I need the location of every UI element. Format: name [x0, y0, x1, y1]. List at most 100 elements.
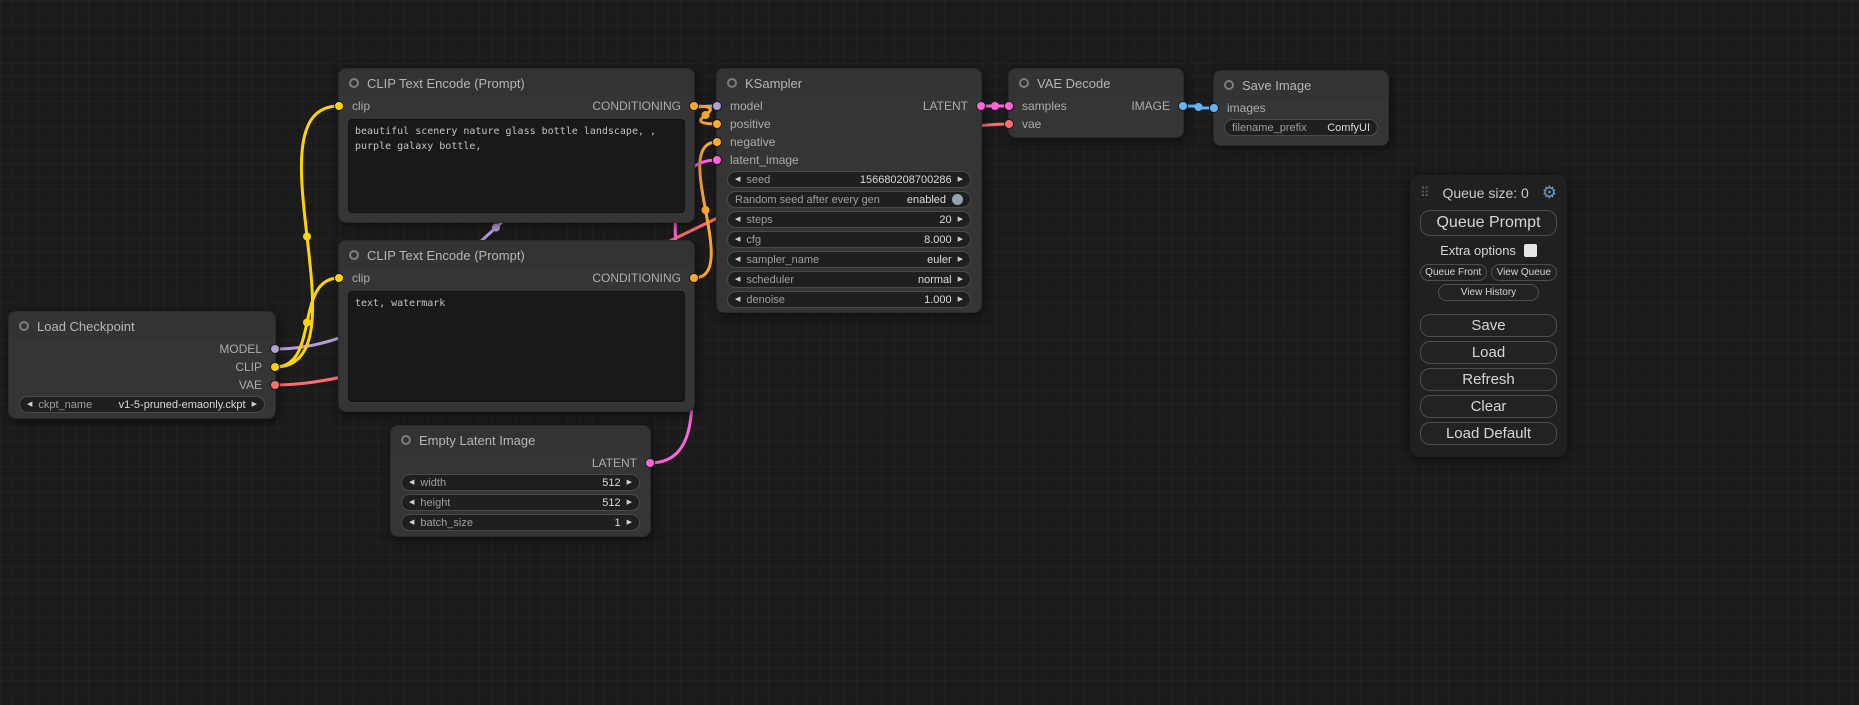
refresh-button[interactable]: Refresh	[1420, 368, 1557, 391]
widget-scheduler[interactable]: ◀ scheduler normal ▶	[727, 271, 971, 288]
negative-prompt-textarea[interactable]: text, watermark	[348, 291, 685, 402]
decrement-arrow-icon[interactable]: ◀	[735, 236, 740, 243]
collapse-dot-icon[interactable]	[19, 321, 29, 331]
increment-arrow-icon[interactable]: ▶	[958, 216, 963, 223]
widget-sampler-name[interactable]: ◀ sampler_name euler ▶	[727, 251, 971, 268]
drag-handle-icon[interactable]: ⠿	[1420, 185, 1430, 201]
node-title-bar[interactable]: VAE Decode	[1009, 69, 1183, 97]
increment-arrow-icon[interactable]: ▶	[958, 276, 963, 283]
input-slot-label: clip	[352, 271, 370, 285]
load-button[interactable]: Load	[1420, 341, 1557, 364]
node-vae-decode[interactable]: VAE Decode samples IMAGE vae	[1008, 68, 1184, 138]
widget-value: 512	[602, 497, 620, 509]
decrement-arrow-icon[interactable]: ◀	[27, 401, 32, 408]
latent-output-port[interactable]	[645, 458, 655, 468]
positive-prompt-textarea[interactable]: beautiful scenery nature glass bottle la…	[348, 119, 685, 213]
toggle-knob[interactable]	[952, 194, 963, 205]
node-title-bar[interactable]: Save Image	[1214, 71, 1388, 99]
view-queue-button[interactable]: View Queue	[1491, 264, 1558, 281]
view-history-button[interactable]: View History	[1438, 284, 1539, 301]
increment-arrow-icon[interactable]: ▶	[958, 236, 963, 243]
collapse-dot-icon[interactable]	[1224, 80, 1234, 90]
decrement-arrow-icon[interactable]: ◀	[409, 479, 414, 486]
output-slot-row: LATENT	[391, 454, 650, 472]
node-empty-latent-image[interactable]: Empty Latent Image LATENT ◀ width 512 ▶ …	[390, 425, 651, 537]
link-clip[interactable]	[275, 106, 339, 367]
widget-label: scheduler	[746, 274, 794, 286]
decrement-arrow-icon[interactable]: ◀	[735, 216, 740, 223]
vae-output-port[interactable]	[270, 380, 280, 390]
collapse-dot-icon[interactable]	[1019, 78, 1029, 88]
widget-random-seed-toggle[interactable]: Random seed after every gen enabled	[727, 191, 971, 208]
increment-arrow-icon[interactable]: ▶	[627, 519, 632, 526]
increment-arrow-icon[interactable]: ▶	[627, 499, 632, 506]
extra-options-checkbox[interactable]	[1524, 244, 1537, 257]
node-clip-text-encode-positive[interactable]: CLIP Text Encode (Prompt) clip CONDITION…	[338, 68, 695, 223]
clear-button[interactable]: Clear	[1420, 395, 1557, 418]
node-title-bar[interactable]: CLIP Text Encode (Prompt)	[339, 241, 694, 269]
samples-input-port[interactable]	[1004, 101, 1014, 111]
load-default-button[interactable]: Load Default	[1420, 422, 1557, 445]
latent-image-input-port[interactable]	[712, 155, 722, 165]
collapse-dot-icon[interactable]	[401, 435, 411, 445]
node-title-bar[interactable]: Empty Latent Image	[391, 426, 650, 454]
link-clip[interactable]	[275, 278, 339, 367]
node-ksampler[interactable]: KSampler model LATENT positive negative …	[716, 68, 982, 313]
widget-value: 20	[939, 214, 951, 226]
widget-steps[interactable]: ◀ steps 20 ▶	[727, 211, 971, 228]
save-button[interactable]: Save	[1420, 314, 1557, 337]
model-input-port[interactable]	[712, 101, 722, 111]
increment-arrow-icon[interactable]: ▶	[958, 256, 963, 263]
model-output-port[interactable]	[270, 344, 280, 354]
settings-gear-icon[interactable]: ⚙	[1542, 183, 1557, 203]
decrement-arrow-icon[interactable]: ◀	[409, 499, 414, 506]
increment-arrow-icon[interactable]: ▶	[252, 401, 257, 408]
image-output-port[interactable]	[1178, 101, 1188, 111]
widget-ckpt-name[interactable]: ◀ ckpt_name v1-5-pruned-emaonly.ckpt ▶	[19, 396, 265, 413]
node-title-bar[interactable]: KSampler	[717, 69, 981, 97]
node-graph-canvas[interactable]: Load Checkpoint MODEL CLIP VAE ◀ ckpt_na…	[0, 0, 1859, 705]
slot-row: latent_image	[717, 151, 981, 169]
clip-input-port[interactable]	[334, 273, 344, 283]
input-slot-label: model	[730, 99, 763, 113]
positive-input-port[interactable]	[712, 119, 722, 129]
increment-arrow-icon[interactable]: ▶	[958, 296, 963, 303]
extra-options-row: Extra options	[1420, 243, 1557, 258]
node-title-bar[interactable]: CLIP Text Encode (Prompt)	[339, 69, 694, 97]
queue-front-button[interactable]: Queue Front	[1420, 264, 1487, 281]
decrement-arrow-icon[interactable]: ◀	[735, 296, 740, 303]
widget-denoise[interactable]: ◀ denoise 1.000 ▶	[727, 291, 971, 308]
collapse-dot-icon[interactable]	[727, 78, 737, 88]
widget-batch-size[interactable]: ◀ batch_size 1 ▶	[401, 514, 640, 531]
widget-seed[interactable]: ◀ seed 156680208700286 ▶	[727, 171, 971, 188]
queue-prompt-button[interactable]: Queue Prompt	[1420, 210, 1557, 236]
images-input-port[interactable]	[1209, 103, 1219, 113]
input-slot-label: latent_image	[730, 153, 799, 167]
conditioning-output-port[interactable]	[689, 273, 699, 283]
node-save-image[interactable]: Save Image images filename_prefix ComfyU…	[1213, 70, 1389, 146]
widget-height[interactable]: ◀ height 512 ▶	[401, 494, 640, 511]
latent-output-port[interactable]	[976, 101, 986, 111]
widget-width[interactable]: ◀ width 512 ▶	[401, 474, 640, 491]
collapse-dot-icon[interactable]	[349, 78, 359, 88]
widget-filename-prefix[interactable]: filename_prefix ComfyUI	[1224, 119, 1378, 136]
increment-arrow-icon[interactable]: ▶	[627, 479, 632, 486]
decrement-arrow-icon[interactable]: ◀	[735, 276, 740, 283]
widget-cfg[interactable]: ◀ cfg 8.000 ▶	[727, 231, 971, 248]
decrement-arrow-icon[interactable]: ◀	[735, 176, 740, 183]
clip-input-port[interactable]	[334, 101, 344, 111]
decrement-arrow-icon[interactable]: ◀	[409, 519, 414, 526]
conditioning-output-port[interactable]	[689, 101, 699, 111]
input-slot-label: vae	[1022, 117, 1041, 131]
widget-value: v1-5-pruned-emaonly.ckpt	[119, 399, 246, 411]
node-load-checkpoint[interactable]: Load Checkpoint MODEL CLIP VAE ◀ ckpt_na…	[8, 311, 276, 419]
clip-output-port[interactable]	[270, 362, 280, 372]
collapse-dot-icon[interactable]	[349, 250, 359, 260]
slot-row: images	[1214, 99, 1388, 117]
increment-arrow-icon[interactable]: ▶	[958, 176, 963, 183]
decrement-arrow-icon[interactable]: ◀	[735, 256, 740, 263]
negative-input-port[interactable]	[712, 137, 722, 147]
node-title-bar[interactable]: Load Checkpoint	[9, 312, 275, 340]
node-clip-text-encode-negative[interactable]: CLIP Text Encode (Prompt) clip CONDITION…	[338, 240, 695, 412]
vae-input-port[interactable]	[1004, 119, 1014, 129]
